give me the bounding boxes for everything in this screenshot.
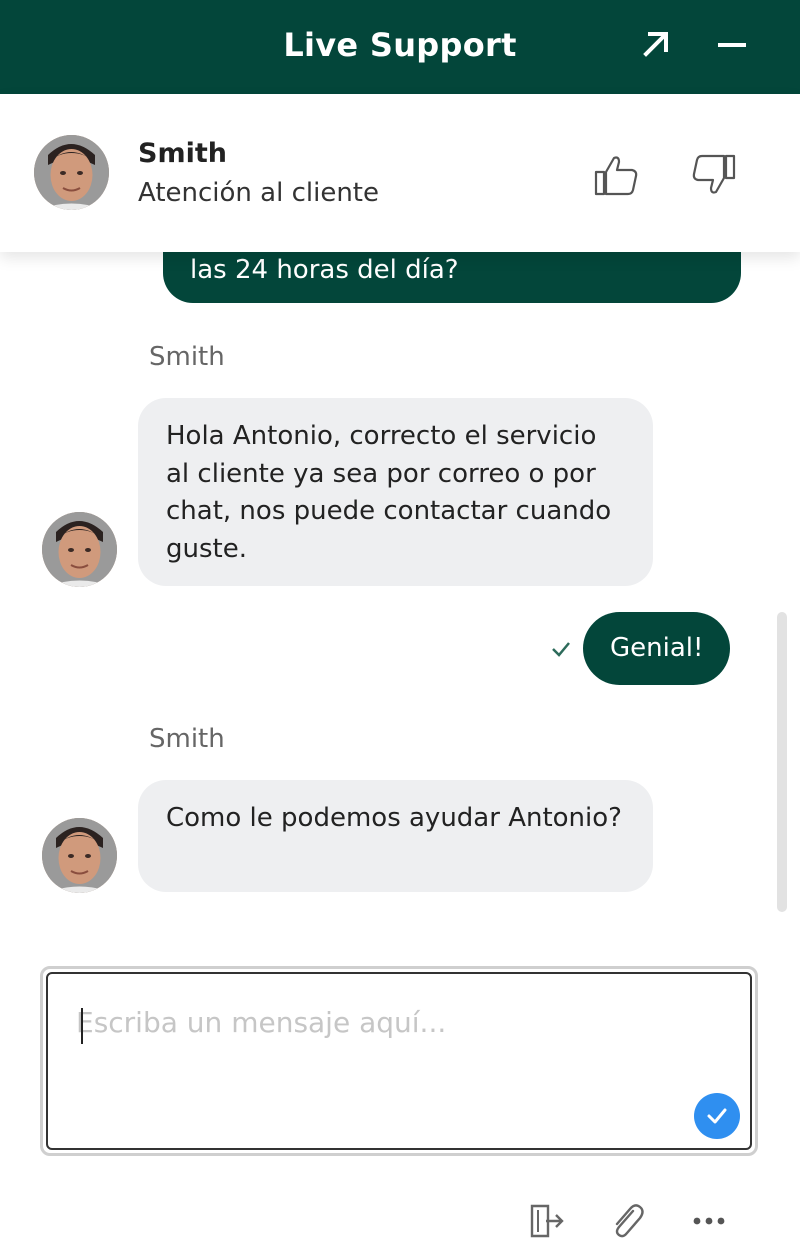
window-title: Live Support: [283, 26, 517, 64]
sender-name: Smith: [149, 724, 225, 754]
incoming-message: Como le podemos ayudar Antonio?: [138, 780, 653, 892]
thumbs-up-button[interactable]: [592, 150, 640, 200]
outgoing-message: las 24 horas del día?: [163, 252, 741, 303]
minimize-button[interactable]: [710, 22, 754, 66]
exit-icon: [530, 1204, 564, 1238]
agent-role: Atención al cliente: [138, 178, 379, 208]
thumbs-up-icon: [594, 156, 638, 196]
minimize-icon: [718, 43, 746, 47]
agent-avatar: [34, 135, 109, 210]
check-icon: [707, 1108, 727, 1124]
paperclip-icon: [615, 1204, 644, 1238]
message-text: las 24 horas del día?: [190, 255, 459, 285]
incoming-message: Hola Antonio, correcto el servicio al cl…: [138, 398, 653, 586]
avatar-photo: [34, 135, 109, 210]
expand-arrow-icon: [643, 32, 668, 57]
sender-name: Smith: [149, 342, 225, 372]
send-button[interactable]: [694, 1093, 740, 1139]
thumbs-down-icon: [692, 154, 736, 194]
message-input[interactable]: [76, 1006, 696, 1066]
thumbs-down-button[interactable]: [690, 150, 738, 200]
outgoing-message: Genial!: [583, 612, 731, 685]
attach-file-button[interactable]: [606, 1200, 648, 1242]
message-text: Como le podemos ayudar Antonio?: [166, 803, 622, 833]
avatar-photo: [42, 818, 117, 893]
text-caret: [81, 1008, 83, 1044]
more-dots-icon: [693, 1217, 725, 1225]
message-text: Genial!: [610, 633, 704, 663]
check-icon: [552, 642, 570, 657]
chat-title-bar: Live Support: [0, 0, 800, 94]
message-composer: [40, 966, 758, 1156]
message-list[interactable]: las 24 horas del día? Smith Hola Antonio…: [0, 252, 800, 952]
expand-button[interactable]: [634, 22, 678, 66]
more-options-button[interactable]: [688, 1200, 730, 1242]
exit-chat-button[interactable]: [524, 1200, 566, 1242]
agent-avatar: [42, 818, 117, 893]
scrollbar[interactable]: [777, 612, 787, 912]
message-text: Hola Antonio, correcto el servicio al cl…: [166, 421, 612, 564]
agent-avatar: [42, 512, 117, 587]
composer-frame: [46, 972, 752, 1150]
avatar-photo: [42, 512, 117, 587]
agent-name: Smith: [138, 138, 227, 169]
agent-header: Smith Atención al cliente: [0, 94, 800, 252]
